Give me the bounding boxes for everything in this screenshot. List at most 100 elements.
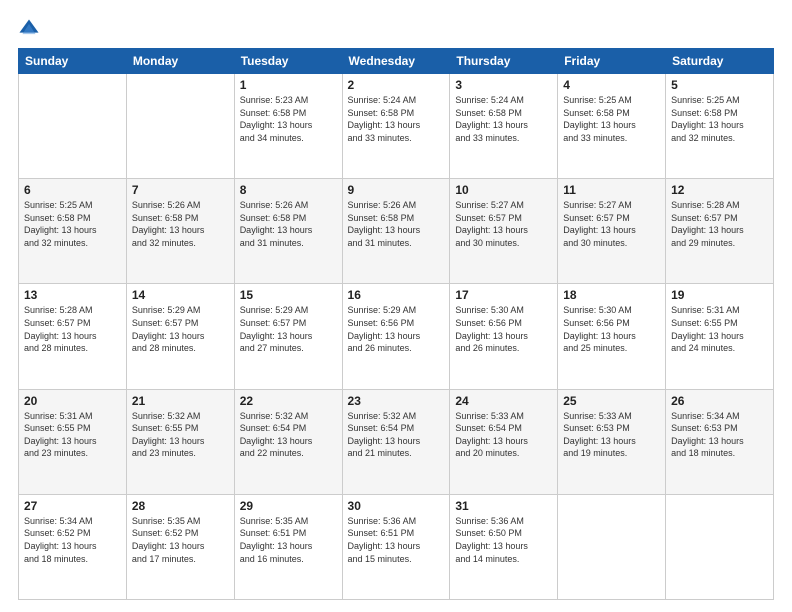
calendar-cell: 2 Sunrise: 5:24 AM Sunset: 6:58 PM Daylig…	[342, 74, 450, 179]
cell-info: Sunrise: 5:27 AM Sunset: 6:57 PM Dayligh…	[455, 199, 552, 249]
calendar-week-3: 13Sunrise: 5:28 AM Sunset: 6:57 PM Dayli…	[19, 284, 774, 389]
calendar-cell: 12 Sunrise: 5:28 AM Sunset: 6:57 PM Dayli…	[666, 179, 774, 284]
day-number: 14	[132, 288, 229, 302]
cell-info: Sunrise: 5:26 AM Sunset: 6:58 PM Dayligh…	[132, 199, 229, 249]
day-number: 10	[455, 183, 552, 197]
cell-info: Sunrise: 5:36 AM Sunset: 6:51 PM Dayligh…	[348, 515, 445, 565]
weekday-header-thursday: Thursday	[450, 49, 558, 74]
cell-info: Sunrise: 5:31 AM Sunset: 6:55 PM Dayligh…	[671, 304, 768, 354]
calendar-cell: 11 Sunrise: 5:27 AM Sunset: 6:57 PM Dayli…	[558, 179, 666, 284]
cell-info: Sunrise: 5:23 AM Sunset: 6:58 PM Dayligh…	[240, 94, 337, 144]
cell-info: Sunrise: 5:32 AM Sunset: 6:54 PM Dayligh…	[348, 410, 445, 460]
calendar-cell: 16Sunrise: 5:29 AM Sunset: 6:56 PM Dayli…	[342, 284, 450, 389]
calendar-cell: 14 Sunrise: 5:29 AM Sunset: 6:57 PM Dayli…	[126, 284, 234, 389]
day-number: 22	[240, 394, 337, 408]
calendar-cell: 31 Sunrise: 5:36 AM Sunset: 6:50 PM Dayli…	[450, 494, 558, 599]
cell-info: Sunrise: 5:35 AM Sunset: 6:52 PM Dayligh…	[132, 515, 229, 565]
day-number: 12	[671, 183, 768, 197]
day-number: 31	[455, 499, 552, 513]
day-number: 4	[563, 78, 660, 92]
calendar-cell: 24 Sunrise: 5:33 AM Sunset: 6:54 PM Dayli…	[450, 389, 558, 494]
cell-info: Sunrise: 5:29 AM Sunset: 6:56 PM Dayligh…	[348, 304, 445, 354]
calendar-cell: 8Sunrise: 5:26 AM Sunset: 6:58 PM Daylig…	[234, 179, 342, 284]
cell-info: Sunrise: 5:33 AM Sunset: 6:53 PM Dayligh…	[563, 410, 660, 460]
calendar-cell: 1 Sunrise: 5:23 AM Sunset: 6:58 PM Daylig…	[234, 74, 342, 179]
calendar-cell: 15 Sunrise: 5:29 AM Sunset: 6:57 PM Dayli…	[234, 284, 342, 389]
day-number: 25	[563, 394, 660, 408]
cell-info: Sunrise: 5:30 AM Sunset: 6:56 PM Dayligh…	[455, 304, 552, 354]
day-number: 1	[240, 78, 337, 92]
day-number: 15	[240, 288, 337, 302]
calendar-cell	[126, 74, 234, 179]
calendar-cell: 13Sunrise: 5:28 AM Sunset: 6:57 PM Dayli…	[19, 284, 127, 389]
day-number: 30	[348, 499, 445, 513]
cell-info: Sunrise: 5:29 AM Sunset: 6:57 PM Dayligh…	[240, 304, 337, 354]
cell-info: Sunrise: 5:24 AM Sunset: 6:58 PM Dayligh…	[455, 94, 552, 144]
cell-info: Sunrise: 5:25 AM Sunset: 6:58 PM Dayligh…	[24, 199, 121, 249]
calendar-cell: 26 Sunrise: 5:34 AM Sunset: 6:53 PM Dayli…	[666, 389, 774, 494]
cell-info: Sunrise: 5:28 AM Sunset: 6:57 PM Dayligh…	[671, 199, 768, 249]
calendar-cell: 29 Sunrise: 5:35 AM Sunset: 6:51 PM Dayli…	[234, 494, 342, 599]
cell-info: Sunrise: 5:34 AM Sunset: 6:53 PM Dayligh…	[671, 410, 768, 460]
calendar-cell: 7 Sunrise: 5:26 AM Sunset: 6:58 PM Daylig…	[126, 179, 234, 284]
cell-info: Sunrise: 5:25 AM Sunset: 6:58 PM Dayligh…	[671, 94, 768, 144]
cell-info: Sunrise: 5:24 AM Sunset: 6:58 PM Dayligh…	[348, 94, 445, 144]
calendar-cell	[666, 494, 774, 599]
day-number: 26	[671, 394, 768, 408]
calendar-cell: 27Sunrise: 5:34 AM Sunset: 6:52 PM Dayli…	[19, 494, 127, 599]
day-number: 21	[132, 394, 229, 408]
calendar-cell: 21 Sunrise: 5:32 AM Sunset: 6:55 PM Dayli…	[126, 389, 234, 494]
day-number: 18	[563, 288, 660, 302]
cell-info: Sunrise: 5:28 AM Sunset: 6:57 PM Dayligh…	[24, 304, 121, 354]
weekday-header-sunday: Sunday	[19, 49, 127, 74]
day-number: 19	[671, 288, 768, 302]
day-number: 24	[455, 394, 552, 408]
cell-info: Sunrise: 5:31 AM Sunset: 6:55 PM Dayligh…	[24, 410, 121, 460]
calendar-cell: 4 Sunrise: 5:25 AM Sunset: 6:58 PM Daylig…	[558, 74, 666, 179]
calendar-cell: 28 Sunrise: 5:35 AM Sunset: 6:52 PM Dayli…	[126, 494, 234, 599]
day-number: 29	[240, 499, 337, 513]
day-number: 8	[240, 183, 337, 197]
calendar-table: SundayMondayTuesdayWednesdayThursdayFrid…	[18, 48, 774, 600]
calendar-cell	[558, 494, 666, 599]
logo	[18, 18, 44, 40]
cell-info: Sunrise: 5:32 AM Sunset: 6:55 PM Dayligh…	[132, 410, 229, 460]
calendar-cell: 18Sunrise: 5:30 AM Sunset: 6:56 PM Dayli…	[558, 284, 666, 389]
calendar-cell: 3Sunrise: 5:24 AM Sunset: 6:58 PM Daylig…	[450, 74, 558, 179]
cell-info: Sunrise: 5:26 AM Sunset: 6:58 PM Dayligh…	[348, 199, 445, 249]
day-number: 23	[348, 394, 445, 408]
cell-info: Sunrise: 5:32 AM Sunset: 6:54 PM Dayligh…	[240, 410, 337, 460]
calendar-cell: 20 Sunrise: 5:31 AM Sunset: 6:55 PM Dayli…	[19, 389, 127, 494]
cell-info: Sunrise: 5:29 AM Sunset: 6:57 PM Dayligh…	[132, 304, 229, 354]
calendar-cell: 10 Sunrise: 5:27 AM Sunset: 6:57 PM Dayli…	[450, 179, 558, 284]
weekday-header-monday: Monday	[126, 49, 234, 74]
weekday-header-wednesday: Wednesday	[342, 49, 450, 74]
day-number: 20	[24, 394, 121, 408]
calendar-cell: 5 Sunrise: 5:25 AM Sunset: 6:58 PM Daylig…	[666, 74, 774, 179]
calendar-cell: 25 Sunrise: 5:33 AM Sunset: 6:53 PM Dayli…	[558, 389, 666, 494]
calendar-cell: 6Sunrise: 5:25 AM Sunset: 6:58 PM Daylig…	[19, 179, 127, 284]
calendar-cell: 30 Sunrise: 5:36 AM Sunset: 6:51 PM Dayli…	[342, 494, 450, 599]
calendar-cell: 19 Sunrise: 5:31 AM Sunset: 6:55 PM Dayli…	[666, 284, 774, 389]
cell-info: Sunrise: 5:25 AM Sunset: 6:58 PM Dayligh…	[563, 94, 660, 144]
calendar-cell: 17 Sunrise: 5:30 AM Sunset: 6:56 PM Dayli…	[450, 284, 558, 389]
calendar-cell: 9Sunrise: 5:26 AM Sunset: 6:58 PM Daylig…	[342, 179, 450, 284]
day-number: 11	[563, 183, 660, 197]
cell-info: Sunrise: 5:35 AM Sunset: 6:51 PM Dayligh…	[240, 515, 337, 565]
calendar-cell	[19, 74, 127, 179]
day-number: 17	[455, 288, 552, 302]
day-number: 5	[671, 78, 768, 92]
day-number: 2	[348, 78, 445, 92]
cell-info: Sunrise: 5:36 AM Sunset: 6:50 PM Dayligh…	[455, 515, 552, 565]
weekday-header-friday: Friday	[558, 49, 666, 74]
day-number: 7	[132, 183, 229, 197]
cell-info: Sunrise: 5:27 AM Sunset: 6:57 PM Dayligh…	[563, 199, 660, 249]
calendar-cell: 23 Sunrise: 5:32 AM Sunset: 6:54 PM Dayli…	[342, 389, 450, 494]
weekday-header-tuesday: Tuesday	[234, 49, 342, 74]
cell-info: Sunrise: 5:33 AM Sunset: 6:54 PM Dayligh…	[455, 410, 552, 460]
weekday-header-row: SundayMondayTuesdayWednesdayThursdayFrid…	[19, 49, 774, 74]
weekday-header-saturday: Saturday	[666, 49, 774, 74]
header	[18, 18, 774, 40]
calendar-week-1: 1 Sunrise: 5:23 AM Sunset: 6:58 PM Daylig…	[19, 74, 774, 179]
day-number: 28	[132, 499, 229, 513]
